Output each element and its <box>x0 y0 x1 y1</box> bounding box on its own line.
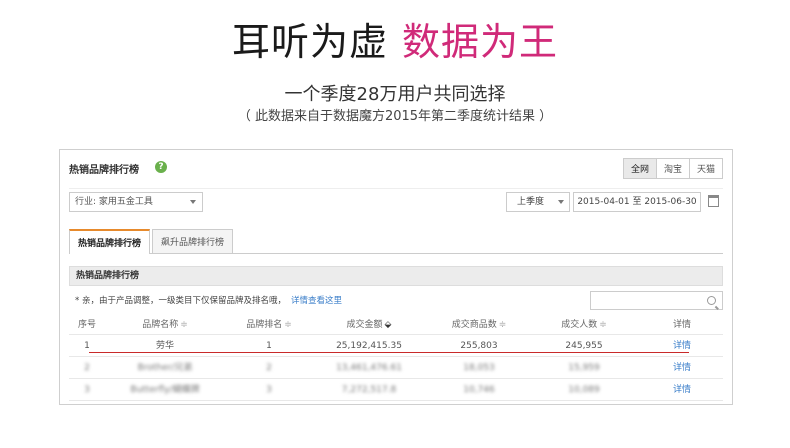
row-rank: 2 <box>266 363 272 373</box>
headline-part2: 数据为王 <box>402 20 559 64</box>
row-brand: 劳华 <box>155 341 174 351</box>
filter-bar: 行业: 家用五金工具 上季度 2015-04-01 至 2015-06-30 <box>69 188 723 212</box>
col-rank[interactable]: 品牌排名 ≑ <box>224 315 314 335</box>
chevron-down-icon <box>558 200 564 204</box>
row-rank: 1 <box>266 341 272 351</box>
tip-link[interactable]: 详情查看这里 <box>291 296 342 306</box>
tip-row: * 亲，由于产品调整，一级类目下仅保留品牌及排名哦， 详情查看这里 <box>69 291 723 311</box>
platform-tabs: 全网 淘宝 天猫 <box>622 158 723 179</box>
platform-tab-all[interactable]: 全网 <box>623 159 656 178</box>
period-select[interactable]: 上季度 <box>506 192 570 212</box>
headline-part1: 耳听为虚 <box>231 20 388 64</box>
row-rank: 3 <box>266 385 272 395</box>
table-row: 3 Butterfly/蝴蝶牌 3 7,272,517.8 10,746 10,… <box>69 379 723 401</box>
col-brand[interactable]: 品牌名称 ≑ <box>115 315 215 335</box>
platform-tab-tmall[interactable]: 天猫 <box>688 159 722 178</box>
row-index: 1 <box>84 341 90 351</box>
row-brand: Butterfly/蝴蝶牌 <box>130 385 200 395</box>
panel-header: 热销品牌排行榜 ? 全网 淘宝 天猫 <box>69 158 723 180</box>
subheadline: 一个季度28万用户共同选择 <box>284 84 506 105</box>
industry-select[interactable]: 行业: 家用五金工具 <box>69 192 203 212</box>
detail-link[interactable]: 详情 <box>637 357 727 379</box>
col-amount[interactable]: 成交金额 ⬙ <box>314 315 424 335</box>
highlight-underline <box>89 352 689 353</box>
tab-hot-brands[interactable]: 热销品牌排行榜 <box>69 229 151 254</box>
source-note: （ 此数据来自于数据魔方2015年第二季度统计结果 ） <box>237 109 553 124</box>
row-items: 255,803 <box>460 341 498 351</box>
detail-link[interactable]: 详情 <box>637 379 727 401</box>
ranking-table: 序号 品牌名称 ≑ 品牌排名 ≑ 成交金额 ⬙ 成交商品数 ≑ 成交人数 ≑ 详情 1 劳… <box>69 315 723 401</box>
col-detail: 详情 <box>672 320 691 330</box>
table-header-row: 序号 品牌名称 ≑ 品牌排名 ≑ 成交金额 ⬙ 成交商品数 ≑ 成交人数 ≑ 详情 <box>69 315 723 335</box>
tip-text: * 亲，由于产品调整，一级类目下仅保留品牌及排名哦， <box>75 296 286 306</box>
sort-icon: ≑ <box>599 320 607 330</box>
help-icon[interactable]: ? <box>155 161 167 173</box>
detail-link[interactable]: 详情 <box>637 335 727 357</box>
row-items: 18,053 <box>463 363 495 373</box>
sort-icon: ≑ <box>498 320 507 330</box>
row-brand: Brother/兄弟 <box>137 363 193 373</box>
search-icon[interactable] <box>707 296 716 305</box>
sort-icon: ≑ <box>180 320 188 330</box>
col-index: 序号 <box>77 320 96 330</box>
col-items[interactable]: 成交商品数 ≑ <box>424 315 534 335</box>
date-range-field[interactable]: 2015-04-01 至 2015-06-30 <box>573 192 701 212</box>
row-items: 10,746 <box>463 385 495 395</box>
industry-select-value: 行业: 家用五金工具 <box>75 197 153 207</box>
row-index: 2 <box>84 363 90 373</box>
chevron-down-icon <box>190 200 196 204</box>
row-buyers: 10,089 <box>568 385 600 395</box>
table-row: 1 劳华 1 25,192,415.35 255,803 245,955 详情 <box>69 335 723 357</box>
platform-tab-taobao[interactable]: 淘宝 <box>655 159 689 178</box>
tab-rising-brands[interactable]: 飙升品牌排行榜 <box>152 229 234 253</box>
col-buyers[interactable]: 成交人数 ≑ <box>529 315 639 335</box>
headline: 耳听为虚 数据为王 <box>0 14 790 70</box>
row-amount: 13,461,476.61 <box>336 363 402 373</box>
calendar-icon[interactable] <box>708 195 719 207</box>
panel-title: 热销品牌排行榜 <box>69 165 139 176</box>
row-index: 3 <box>84 385 90 395</box>
search-input[interactable] <box>590 291 723 310</box>
ranking-tabs: 热销品牌排行榜 飙升品牌排行榜 <box>69 229 723 254</box>
row-amount: 7,272,517.8 <box>341 385 397 395</box>
row-buyers: 245,955 <box>565 341 603 351</box>
row-amount: 25,192,415.35 <box>336 341 402 351</box>
table-title: 热销品牌排行榜 <box>69 266 723 286</box>
period-select-value: 上季度 <box>517 197 545 207</box>
sort-desc-icon: ⬙ <box>384 320 392 330</box>
sort-icon: ≑ <box>284 320 292 330</box>
row-buyers: 15,959 <box>568 363 600 373</box>
table-row: 2 Brother/兄弟 2 13,461,476.61 18,053 15,9… <box>69 357 723 379</box>
ranking-panel: 热销品牌排行榜 ? 全网 淘宝 天猫 行业: 家用五金工具 上季度 2015-0… <box>59 149 733 405</box>
